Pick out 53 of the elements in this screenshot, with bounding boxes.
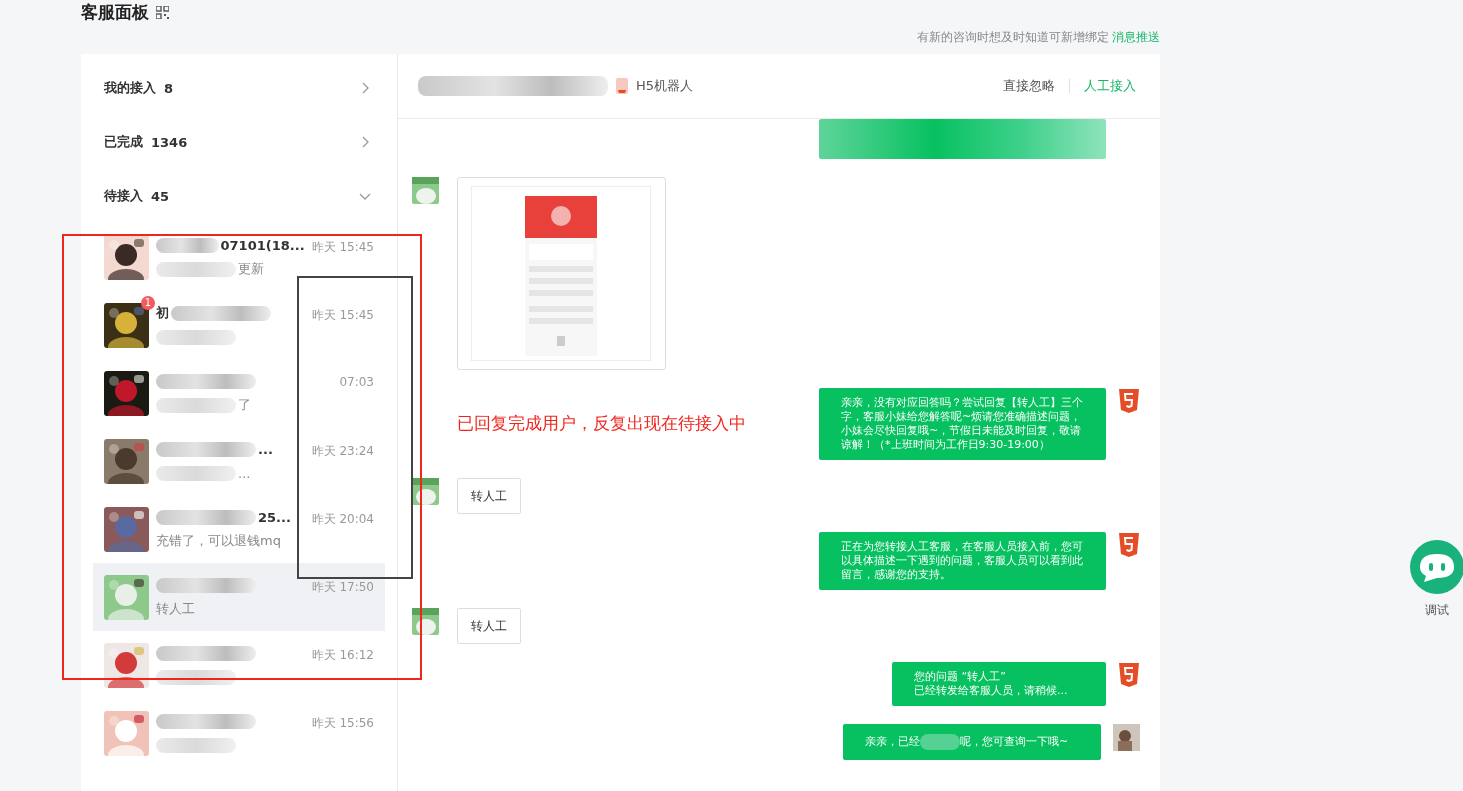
message-preview: 转人工 — [156, 600, 195, 618]
section-label: 我的接入 — [104, 79, 156, 97]
html5-shield-icon — [1118, 388, 1140, 413]
debug-button[interactable]: 调试 — [1410, 540, 1463, 619]
session-time: 昨天 15:45 — [311, 307, 374, 324]
html5-shield-icon — [1118, 662, 1140, 687]
session-time: 07:03 — [339, 375, 374, 389]
session-item[interactable]: 了 07:03 — [93, 359, 385, 427]
section-header[interactable]: 待接入 45 — [81, 169, 397, 223]
session-time: 昨天 15:56 — [311, 715, 374, 732]
html5-shield-icon — [1118, 532, 1140, 557]
contact-name: ... — [258, 441, 273, 457]
blurred-name — [156, 237, 219, 253]
message-preview: 充错了，可以退钱mq — [156, 532, 281, 550]
message-bubble: 亲亲，没有对应回答吗？尝试回复【转人工】三个字，客服小妹给您解答呢~烦请您准确描述问题，小妹会尽快回复哦~，节假日未能及时回复，敬请谅解！（*上班时间为工作日9:30-19:00） — [819, 388, 1106, 460]
session-item[interactable]: ... ... 昨天 23:24 — [93, 427, 385, 495]
section-header[interactable]: 已完成 1346 — [81, 115, 397, 169]
session-item[interactable]: 07101(18... 更新 昨天 15:45 — [93, 223, 385, 291]
message-preview: ... — [238, 465, 251, 481]
contact-name: 07101(18... — [220, 237, 305, 253]
message-bubble: 转人工 — [457, 478, 521, 514]
unread-badge: 1 — [141, 295, 155, 310]
section-header[interactable]: 我的接入 8 — [81, 61, 397, 115]
page-title: 客服面板 — [81, 1, 149, 24]
session-time: 昨天 16:12 — [311, 647, 374, 664]
annotation-text: 已回复完成用户，反复出现在待接入中 — [457, 412, 746, 435]
blurred-text — [920, 734, 960, 750]
message-bubble: 您的问题 “转人工” 已经转发给客服人员，请稍候... — [892, 662, 1106, 706]
message-text: 呢，您可查询一下哦~ — [960, 735, 1069, 749]
session-time: 昨天 15:45 — [311, 239, 374, 256]
action-link[interactable]: 直接忽略 — [1003, 77, 1055, 95]
section-count: 8 — [164, 80, 175, 96]
session-time: 昨天 23:24 — [311, 443, 374, 460]
contact-name: 初 — [156, 304, 169, 322]
section-count: 45 — [151, 188, 171, 204]
section-count: 1346 — [151, 134, 189, 150]
section-label: 待接入 — [104, 187, 143, 205]
image-message[interactable] — [457, 177, 666, 370]
message-text: 亲亲，已经 — [865, 735, 920, 749]
chat-source: H5机器人 — [636, 77, 694, 95]
session-time: 昨天 20:04 — [311, 511, 374, 528]
message-bubble: 转人工 — [457, 608, 521, 644]
message-bubble: 正在为您转接人工客服，在客服人员接入前，您可以具体描述一下遇到的问题，客服人员可以看到此留言，感谢您的支持。 — [819, 532, 1106, 590]
message-preview: 更新 — [238, 260, 264, 278]
contact-name: 25... — [258, 509, 291, 525]
session-item[interactable]: 25... 充错了，可以退钱mq 昨天 20:04 — [93, 495, 385, 563]
session-item[interactable]: 1 初 昨天 15:45 — [93, 291, 385, 359]
notice-text: 有新的咨询时想及时知道可新增绑定 — [917, 28, 1109, 46]
message-preview: 了 — [238, 396, 251, 414]
debug-label: 调试 — [1425, 602, 1449, 619]
qr-code-icon[interactable] — [156, 6, 169, 19]
session-time: 昨天 17:50 — [311, 579, 374, 596]
section-label: 已完成 — [104, 133, 143, 151]
